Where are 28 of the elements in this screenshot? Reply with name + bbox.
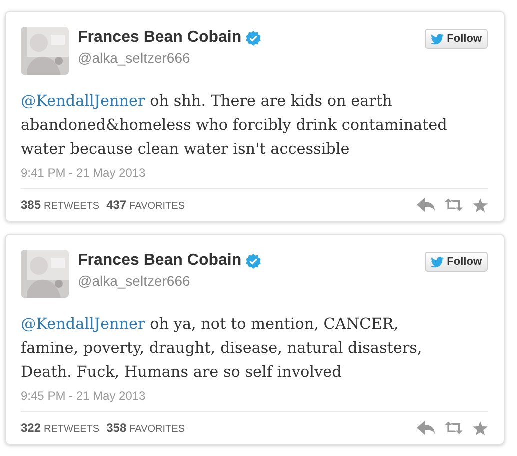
mention-link[interactable]: @KendallJenner: [21, 92, 146, 110]
tweet-text: @KendallJenner oh ya, not to mention, CANCER, famine, poverty, draught, disease, natural disasters, Death. Fuck, Humans are so self involved: [21, 314, 424, 383]
star-icon[interactable]: [473, 420, 488, 436]
author-name: Frances Bean Cobain: [78, 252, 242, 270]
stat-count: 385: [21, 198, 42, 212]
author-handle: @alka_seltzer666: [78, 273, 192, 289]
timestamp: 9:41 PM - 21 May 2013: [21, 166, 147, 180]
author-handle: @alka_seltzer666: [78, 50, 192, 66]
stat-label: FAVORITES: [130, 424, 186, 435]
stat-count: 322: [21, 421, 42, 435]
stat-count: 437: [106, 198, 127, 212]
stat-label: RETWEETS: [44, 424, 100, 435]
follow-button[interactable]: Follow: [425, 252, 488, 272]
author-name: Frances Bean Cobain: [78, 29, 242, 47]
reply-icon[interactable]: [417, 421, 435, 435]
follow-button[interactable]: Follow: [425, 29, 488, 49]
stat-label: RETWEETS: [44, 201, 100, 212]
stat-label: FAVORITES: [130, 201, 186, 212]
retweet-icon[interactable]: [445, 198, 463, 212]
tweet-text: @KendallJenner oh shh. There are kids on earth abandoned&homeless who forcibly drink contaminated water because clean water isn't accessible: [21, 91, 448, 160]
bird-icon: [431, 256, 444, 268]
reply-icon[interactable]: [417, 198, 435, 212]
mention-link[interactable]: @KendallJenner: [21, 315, 146, 333]
star-icon[interactable]: [473, 198, 488, 212]
timestamp: 9:45 PM - 21 May 2013: [21, 389, 147, 403]
stat-count: 358: [106, 421, 127, 435]
bird-icon: [431, 34, 444, 44]
retweet-icon[interactable]: [445, 421, 463, 435]
